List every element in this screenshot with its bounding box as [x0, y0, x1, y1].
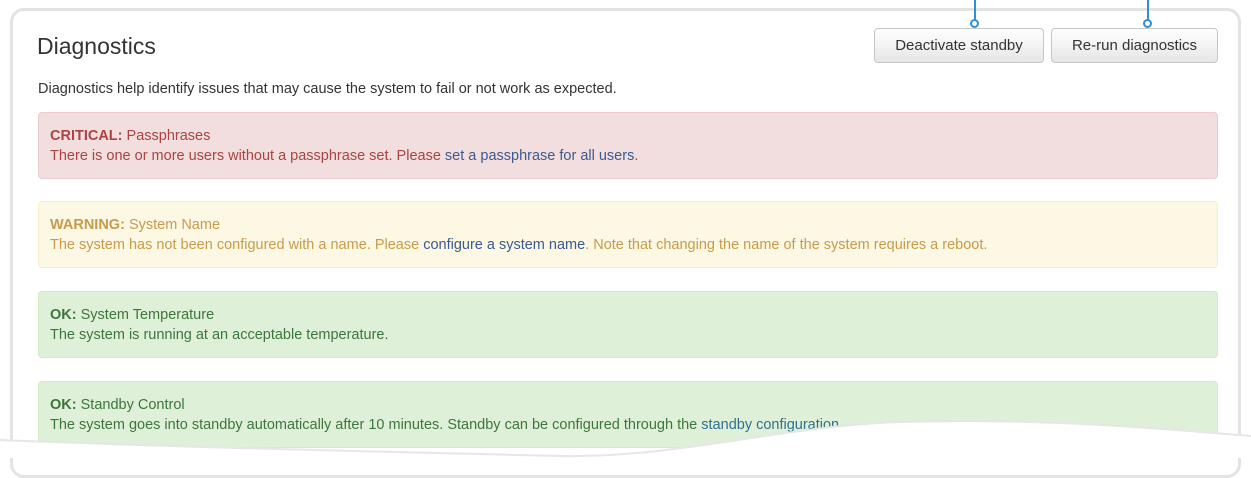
alert-level: OK: — [50, 397, 77, 413]
alert-text-end: . — [839, 417, 844, 433]
alert-heading: OK: System Temperature — [50, 305, 1206, 325]
alert-title: Standby Control — [80, 397, 185, 413]
alert-title: Passphrases — [126, 128, 211, 144]
set-passphrase-link[interactable]: set a passphrase for all users — [445, 148, 634, 164]
deactivate-standby-button[interactable]: Deactivate standby — [874, 28, 1044, 63]
alert-message: The system is running at an acceptable t… — [50, 325, 1206, 345]
alert-message: The system goes into standby automatical… — [50, 415, 1206, 435]
callout-dot-rerun — [1143, 19, 1152, 28]
configure-system-name-link[interactable]: configure a system name — [423, 237, 585, 253]
alert-level: CRITICAL: — [50, 128, 123, 144]
alert-message: There is one or more users without a pas… — [50, 146, 1206, 166]
diagnostics-description: Diagnostics help identify issues that ma… — [38, 81, 617, 97]
alert-critical-passphrases: CRITICAL: Passphrases There is one or mo… — [38, 112, 1218, 179]
alert-text: The system is running at an acceptable t… — [50, 327, 389, 343]
alert-level: OK: — [50, 307, 77, 323]
alert-text-end: . — [634, 148, 639, 164]
alert-title: System Temperature — [80, 307, 215, 323]
rerun-diagnostics-button[interactable]: Re-run diagnostics — [1051, 28, 1218, 63]
alert-level: WARNING: — [50, 217, 125, 233]
page-title: Diagnostics — [37, 33, 156, 59]
alert-text: The system goes into standby automatical… — [50, 417, 702, 433]
alert-heading: OK: Standby Control — [50, 395, 1206, 415]
alert-heading: CRITICAL: Passphrases — [50, 126, 1206, 146]
alert-message: The system has not been configured with … — [50, 235, 1206, 255]
alert-title: System Name — [128, 217, 221, 233]
alert-ok-system-temperature: OK: System Temperature The system is run… — [38, 291, 1218, 358]
standby-configuration-link[interactable]: standby configuration — [701, 417, 839, 433]
callout-dot-deactivate — [970, 19, 979, 28]
alert-ok-standby-control: OK: Standby Control The system goes into… — [38, 381, 1218, 448]
alert-heading: WARNING: System Name — [50, 215, 1206, 235]
alert-warning-system-name: WARNING: System Name The system has not … — [38, 201, 1218, 268]
alert-text-end: . Note that changing the name of the sys… — [585, 237, 988, 253]
alert-text: There is one or more users without a pas… — [50, 148, 445, 164]
alert-text: The system has not been configured with … — [50, 237, 424, 253]
